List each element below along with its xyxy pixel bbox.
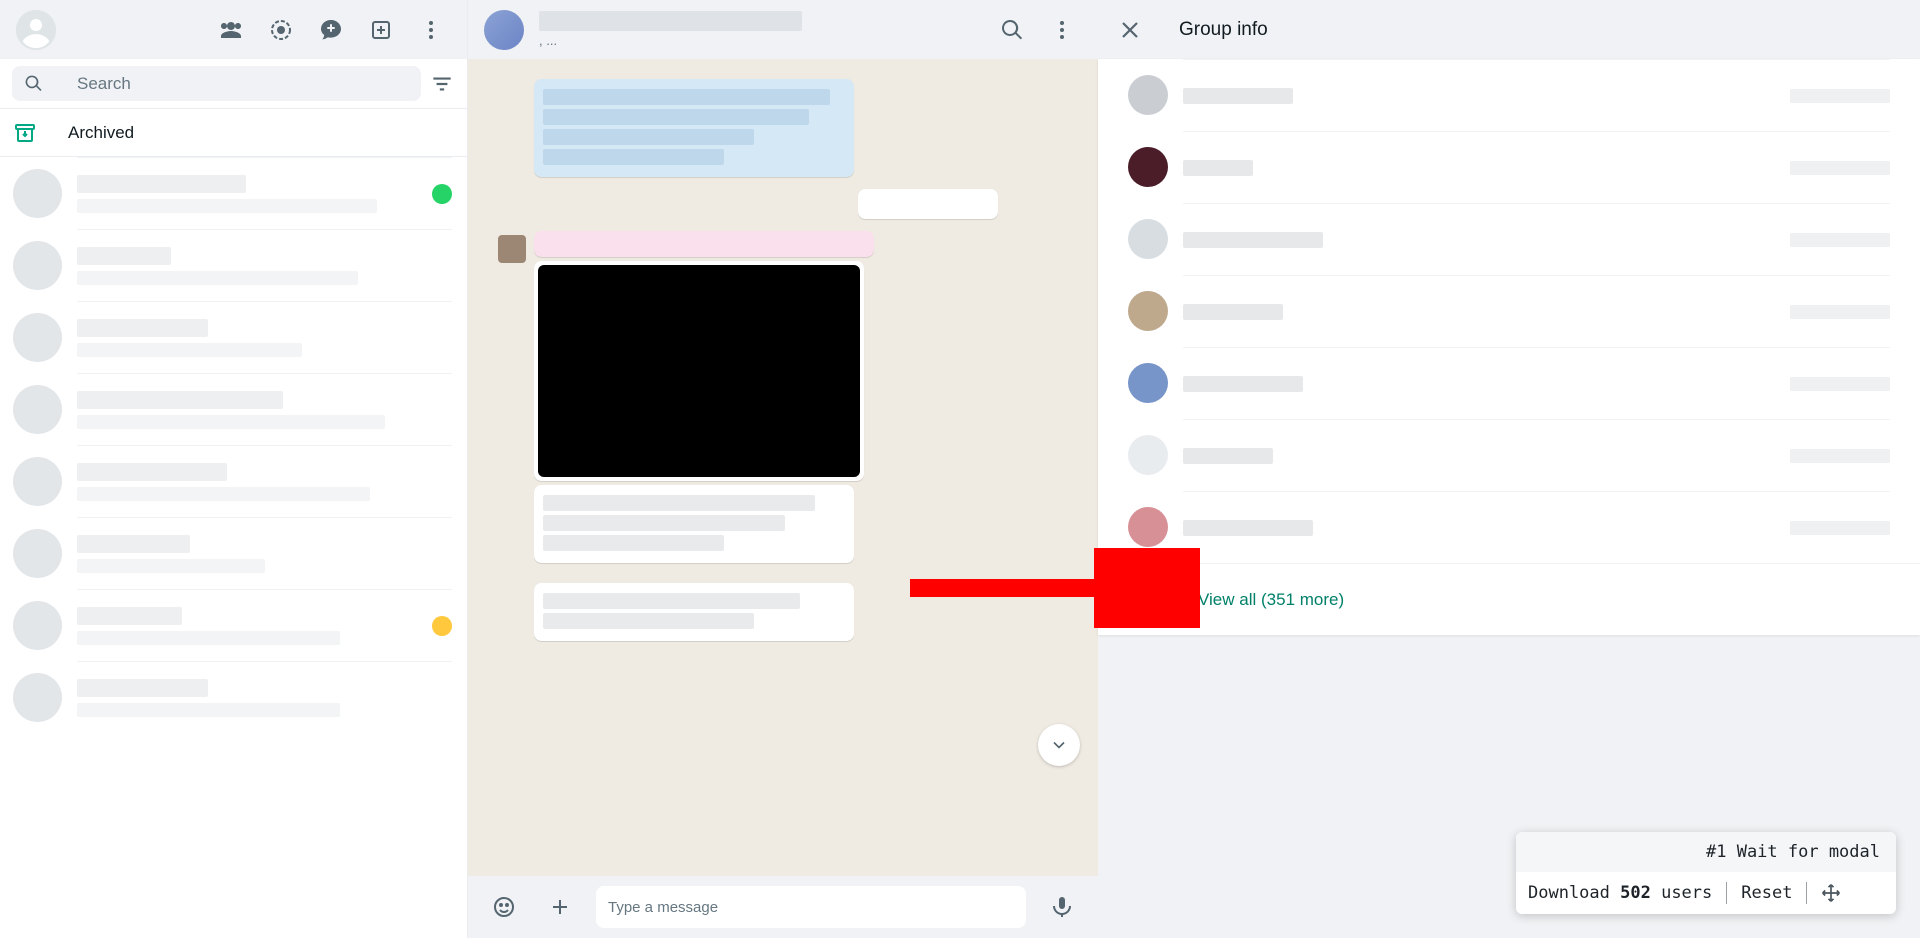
chat-list[interactable] (0, 157, 467, 938)
archived-row[interactable]: Archived (0, 108, 467, 157)
sidebar: Archived (0, 0, 468, 938)
chat-avatar (13, 169, 62, 218)
extension-overlay[interactable]: #1 Wait for modal Download 502 users Res… (1516, 832, 1896, 914)
chat-item[interactable] (0, 157, 467, 229)
new-chat-compose-icon[interactable] (361, 10, 401, 50)
message-bubble[interactable] (534, 485, 854, 563)
chat-header[interactable]: , ... (468, 0, 1098, 59)
message-bubble[interactable] (534, 79, 854, 177)
chat-item[interactable] (0, 445, 467, 517)
self-avatar[interactable] (16, 10, 56, 50)
composer (468, 876, 1098, 938)
group-avatar[interactable] (484, 10, 524, 50)
sidebar-search[interactable] (12, 66, 421, 101)
sidebar-search-row (0, 59, 467, 108)
status-badge (432, 616, 452, 636)
view-all-members[interactable]: View all (351 more) (1098, 563, 1920, 635)
search-icon (24, 74, 43, 93)
group-info-header: Group info (1098, 0, 1920, 59)
close-icon[interactable] (1110, 10, 1150, 50)
chat-item[interactable] (0, 301, 467, 373)
group-info-panel: Group info View all (351 more) #1 Wait f… (1098, 0, 1920, 938)
chevron-down-icon (1049, 735, 1069, 755)
member-row[interactable] (1098, 275, 1920, 347)
message-bubble[interactable] (534, 231, 874, 257)
search-input[interactable] (77, 74, 409, 94)
extension-toolbar: Download 502 users Reset (1516, 872, 1896, 914)
new-chat-icon[interactable] (311, 10, 351, 50)
message-bubble[interactable] (858, 189, 998, 219)
archived-label: Archived (68, 123, 134, 143)
chat-item[interactable] (0, 229, 467, 301)
archived-icon (13, 121, 37, 145)
unread-badge (432, 184, 452, 204)
member-row[interactable] (1098, 203, 1920, 275)
members-list: View all (351 more) (1098, 59, 1920, 635)
group-subtitle: , ... (539, 33, 977, 48)
message-bubble[interactable] (534, 583, 854, 641)
reset-button[interactable]: Reset (1741, 883, 1792, 903)
scroll-to-bottom-button[interactable] (1038, 724, 1080, 766)
app-shell: Archived (0, 0, 1920, 938)
group-info-title: Group info (1179, 19, 1268, 41)
member-row[interactable] (1098, 59, 1920, 131)
attach-icon[interactable] (540, 887, 580, 927)
view-all-label: View all (351 more) (1198, 590, 1344, 610)
member-row[interactable] (1098, 131, 1920, 203)
filter-icon[interactable] (429, 71, 455, 97)
sidebar-header (0, 0, 467, 59)
group-title-redacted (539, 11, 802, 31)
message-input[interactable] (596, 886, 1026, 928)
chat-item[interactable] (0, 373, 467, 445)
message-image[interactable] (534, 261, 864, 481)
communities-icon[interactable] (211, 10, 251, 50)
chat-menu-icon[interactable] (1042, 10, 1082, 50)
chat-item[interactable] (0, 589, 467, 661)
chat-search-icon[interactable] (992, 10, 1032, 50)
download-users-button[interactable]: Download 502 users (1528, 883, 1712, 903)
group-title-wrap[interactable]: , ... (539, 11, 977, 48)
mic-icon[interactable] (1042, 887, 1082, 927)
sidebar-actions (211, 10, 451, 50)
member-row[interactable] (1098, 347, 1920, 419)
member-row[interactable] (1098, 419, 1920, 491)
message-list[interactable] (468, 59, 1098, 876)
member-row[interactable] (1098, 491, 1920, 563)
sender-avatar[interactable] (498, 235, 526, 263)
status-icon[interactable] (261, 10, 301, 50)
chat-pane: , ... (468, 0, 1098, 938)
move-icon[interactable] (1821, 883, 1841, 903)
emoji-icon[interactable] (484, 887, 524, 927)
chat-item[interactable] (0, 661, 467, 733)
extension-status: #1 Wait for modal (1516, 832, 1896, 872)
chat-item[interactable] (0, 517, 467, 589)
menu-icon[interactable] (411, 10, 451, 50)
